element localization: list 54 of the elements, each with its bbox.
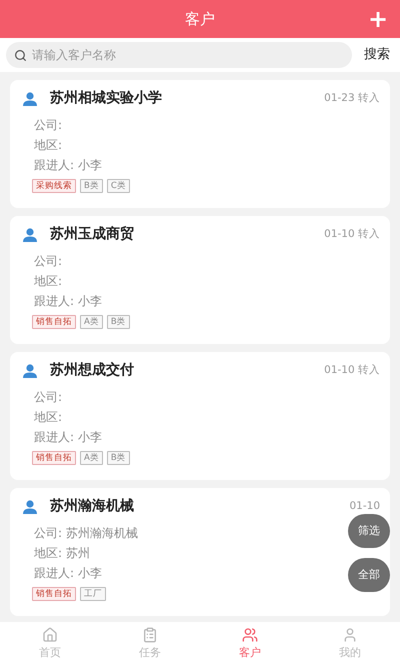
company-label: 公司: xyxy=(34,253,62,270)
transfer-time: 01-23 转入 xyxy=(324,90,380,106)
follower-label: 跟进人: xyxy=(34,565,74,582)
follower-value: 小李 xyxy=(78,293,102,310)
page-title: 客户 xyxy=(185,8,215,30)
company-label: 公司: xyxy=(34,117,62,134)
customer-name: 苏州玉成商贸 xyxy=(50,224,135,244)
tag: B类 xyxy=(106,315,130,329)
tab-icon xyxy=(42,626,58,643)
tag: A类 xyxy=(80,451,103,465)
search-button[interactable]: 搜索 xyxy=(360,45,394,65)
person-icon xyxy=(22,92,38,106)
follower-label: 跟进人: xyxy=(34,429,74,446)
customer-card[interactable]: 苏州相城实验小学 01-23 转入 公司: 地区: 跟进人: 小李 采购线索 B类 C类 xyxy=(10,80,390,208)
transfer-time: 01-10 转入 xyxy=(324,362,380,378)
region-label: 地区: xyxy=(34,545,62,562)
follower-value: 小李 xyxy=(78,429,102,446)
tag: A类 xyxy=(80,315,103,329)
person-icon xyxy=(22,500,38,514)
customer-name: 苏州相城实验小学 xyxy=(50,88,163,108)
tag: 采购线索 xyxy=(32,179,76,193)
region-label: 地区: xyxy=(34,409,62,426)
customer-card[interactable]: 苏州玉成商贸 01-10 转入 公司: 地区: 跟进人: 小李 销售自拓 A类 B类 xyxy=(10,216,390,344)
customer-name: 苏州瀚海机械 xyxy=(50,497,135,516)
region-label: 地区: xyxy=(34,137,62,154)
follower-label: 跟进人: xyxy=(34,293,74,310)
tag: B类 xyxy=(80,179,103,193)
follower-value: 小李 xyxy=(78,157,102,174)
person-icon xyxy=(22,228,38,242)
person-icon xyxy=(22,364,38,378)
region-value: 苏州 xyxy=(66,545,90,562)
company-value: 苏州瀚海机械 xyxy=(66,525,138,542)
tag: 工厂 xyxy=(80,587,106,601)
transfer-time: 01-10 xyxy=(349,498,380,514)
company-label: 公司: xyxy=(34,525,62,542)
add-button[interactable]: + xyxy=(368,7,388,31)
tab-icon xyxy=(142,626,158,643)
search-field[interactable]: 请输入客户名称 xyxy=(6,42,352,68)
tab-item[interactable]: 客户 xyxy=(200,622,300,666)
follower-value: 小李 xyxy=(78,565,102,582)
follower-label: 跟进人: xyxy=(34,157,74,174)
company-label: 公司: xyxy=(34,389,62,406)
region-label: 地区: xyxy=(34,273,62,290)
customer-name: 苏州想成交付 xyxy=(50,360,135,380)
search-icon xyxy=(14,49,27,62)
tag: 销售自拓 xyxy=(32,587,76,601)
tag: 销售自拓 xyxy=(32,451,76,465)
tag: C类 xyxy=(106,179,130,193)
customer-card[interactable]: 苏州想成交付 01-10 转入 公司: 地区: 跟进人: 小李 销售自拓 A类 B类 xyxy=(10,352,390,480)
tab-icon xyxy=(342,626,358,643)
transfer-time: 01-10 转入 xyxy=(324,226,380,242)
tag: B类 xyxy=(106,451,130,465)
tab-icon xyxy=(242,626,258,643)
tag: 销售自拓 xyxy=(32,315,76,329)
